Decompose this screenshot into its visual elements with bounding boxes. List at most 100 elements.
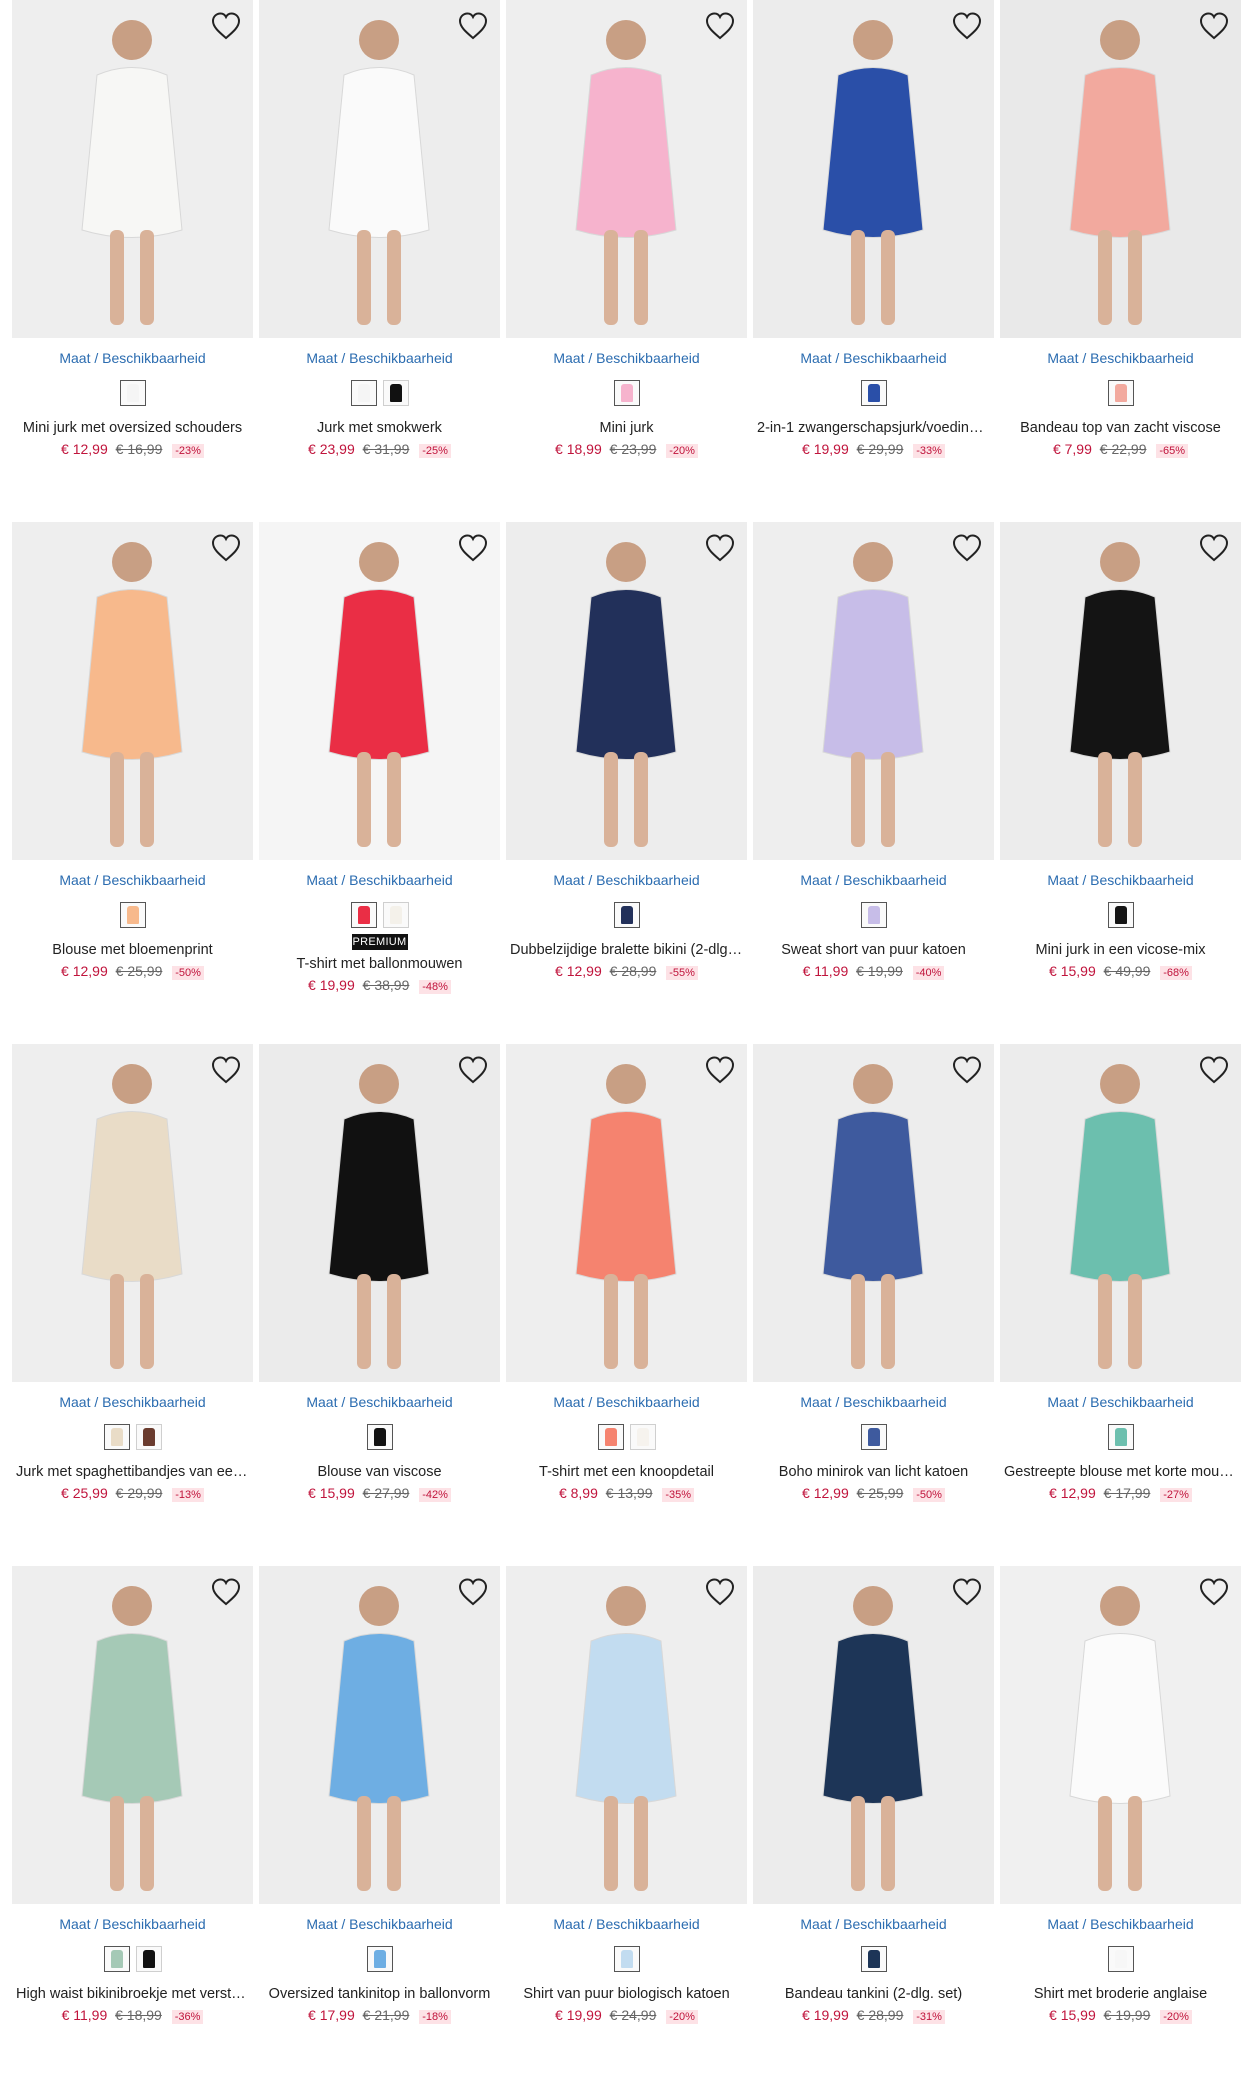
color-swatch[interactable] <box>597 1424 624 1450</box>
product-name[interactable]: T-shirt met ballonmouwen <box>259 956 500 972</box>
size-availability-link[interactable]: Maat / Beschikbaarheid <box>12 1916 253 1932</box>
size-availability-link[interactable]: Maat / Beschikbaarheid <box>753 350 994 366</box>
size-availability-link[interactable]: Maat / Beschikbaarheid <box>1000 1916 1241 1932</box>
heart-icon[interactable] <box>1197 1054 1231 1086</box>
heart-icon[interactable] <box>456 1054 490 1086</box>
product-card[interactable]: Maat / Beschikbaarheid 2-in-1 zwangersch… <box>753 0 994 458</box>
color-swatch[interactable] <box>860 1424 887 1450</box>
product-name[interactable]: Dubbelzijdige bralette bikini (2-dlg. se… <box>506 942 747 958</box>
size-availability-link[interactable]: Maat / Beschikbaarheid <box>12 872 253 888</box>
size-availability-link[interactable]: Maat / Beschikbaarheid <box>506 350 747 366</box>
heart-icon[interactable] <box>950 1576 984 1608</box>
color-swatch[interactable] <box>366 1424 393 1450</box>
color-swatch[interactable] <box>860 1946 887 1972</box>
size-availability-link[interactable]: Maat / Beschikbaarheid <box>259 350 500 366</box>
color-swatch[interactable] <box>613 1946 640 1972</box>
product-image[interactable] <box>1000 1566 1241 1904</box>
product-image[interactable] <box>259 1044 500 1382</box>
product-card[interactable]: Maat / Beschikbaarheid Mini jurk € 18,99… <box>506 0 747 458</box>
product-name[interactable]: High waist bikinibroekje met verstevigen… <box>12 1986 253 2002</box>
color-swatch[interactable] <box>1107 380 1134 406</box>
heart-icon[interactable] <box>1197 532 1231 564</box>
heart-icon[interactable] <box>950 532 984 564</box>
heart-icon[interactable] <box>456 1576 490 1608</box>
product-name[interactable]: 2-in-1 zwangerschapsjurk/voedingsjurk <box>753 420 994 436</box>
color-swatch[interactable] <box>629 1424 656 1450</box>
color-swatch[interactable] <box>382 380 409 406</box>
product-card[interactable]: Maat / Beschikbaarheid Shirt met broderi… <box>1000 1566 1241 2024</box>
product-card[interactable]: Maat / Beschikbaarheid T-shirt met een k… <box>506 1044 747 1502</box>
color-swatch[interactable] <box>103 1946 130 1972</box>
product-name[interactable]: Sweat short van puur katoen <box>753 942 994 958</box>
product-image[interactable] <box>753 1044 994 1382</box>
size-availability-link[interactable]: Maat / Beschikbaarheid <box>259 1916 500 1932</box>
product-image[interactable] <box>1000 522 1241 860</box>
product-name[interactable]: Bandeau tankini (2-dlg. set) <box>753 1986 994 2002</box>
product-card[interactable]: Maat / Beschikbaarheid Mini jurk in een … <box>1000 522 1241 980</box>
product-name[interactable]: Boho minirok van licht katoen <box>753 1464 994 1480</box>
heart-icon[interactable] <box>209 1576 243 1608</box>
size-availability-link[interactable]: Maat / Beschikbaarheid <box>753 1394 994 1410</box>
color-swatch[interactable] <box>860 902 887 928</box>
color-swatch[interactable] <box>613 902 640 928</box>
product-name[interactable]: Bandeau top van zacht viscose <box>1000 420 1241 436</box>
product-name[interactable]: Blouse van viscose <box>259 1464 500 1480</box>
product-card[interactable]: Maat / Beschikbaarheid Jurk met smokwerk… <box>259 0 500 458</box>
size-availability-link[interactable]: Maat / Beschikbaarheid <box>506 1394 747 1410</box>
product-name[interactable]: Blouse met bloemenprint <box>12 942 253 958</box>
product-image[interactable] <box>12 1566 253 1904</box>
product-name[interactable]: Jurk met spaghettibandjes van een linnen… <box>12 1464 253 1480</box>
color-swatch[interactable] <box>350 380 377 406</box>
product-name[interactable]: Mini jurk in een vicose-mix <box>1000 942 1241 958</box>
product-image[interactable] <box>1000 0 1241 338</box>
product-image[interactable] <box>506 522 747 860</box>
product-card[interactable]: Maat / Beschikbaarheid Shirt van puur bi… <box>506 1566 747 2024</box>
product-card[interactable]: Maat / Beschikbaarheid Oversized tankini… <box>259 1566 500 2024</box>
product-card[interactable]: Maat / Beschikbaarheid Mini jurk met ove… <box>12 0 253 458</box>
product-name[interactable]: Shirt van puur biologisch katoen <box>506 1986 747 2002</box>
color-swatch[interactable] <box>119 902 146 928</box>
color-swatch[interactable] <box>1107 1424 1134 1450</box>
color-swatch[interactable] <box>135 1424 162 1450</box>
product-image[interactable] <box>12 1044 253 1382</box>
product-name[interactable]: Mini jurk met oversized schouders <box>12 420 253 436</box>
heart-icon[interactable] <box>1197 1576 1231 1608</box>
size-availability-link[interactable]: Maat / Beschikbaarheid <box>506 1916 747 1932</box>
product-card[interactable]: Maat / Beschikbaarheid Dubbelzijdige bra… <box>506 522 747 980</box>
heart-icon[interactable] <box>950 10 984 42</box>
product-image[interactable] <box>259 1566 500 1904</box>
color-swatch[interactable] <box>1107 1946 1134 1972</box>
product-name[interactable]: Shirt met broderie anglaise <box>1000 1986 1241 2002</box>
product-card[interactable]: Maat / Beschikbaarheid High waist bikini… <box>12 1566 253 2024</box>
color-swatch[interactable] <box>350 902 377 928</box>
product-name[interactable]: T-shirt met een knoopdetail <box>506 1464 747 1480</box>
product-image[interactable] <box>12 522 253 860</box>
size-availability-link[interactable]: Maat / Beschikbaarheid <box>1000 872 1241 888</box>
product-image[interactable] <box>12 0 253 338</box>
size-availability-link[interactable]: Maat / Beschikbaarheid <box>1000 1394 1241 1410</box>
product-card[interactable]: Maat / Beschikbaarheid Boho minirok van … <box>753 1044 994 1502</box>
product-image[interactable] <box>1000 1044 1241 1382</box>
size-availability-link[interactable]: Maat / Beschikbaarheid <box>753 872 994 888</box>
product-image[interactable] <box>753 522 994 860</box>
heart-icon[interactable] <box>703 1576 737 1608</box>
size-availability-link[interactable]: Maat / Beschikbaarheid <box>12 350 253 366</box>
heart-icon[interactable] <box>1197 10 1231 42</box>
product-image[interactable] <box>506 0 747 338</box>
product-card[interactable]: Maat / Beschikbaarheid PREMIUM T-shirt m… <box>259 522 500 994</box>
size-availability-link[interactable]: Maat / Beschikbaarheid <box>506 872 747 888</box>
product-name[interactable]: Mini jurk <box>506 420 747 436</box>
heart-icon[interactable] <box>703 1054 737 1086</box>
product-image[interactable] <box>506 1044 747 1382</box>
color-swatch[interactable] <box>382 902 409 928</box>
product-image[interactable] <box>259 522 500 860</box>
color-swatch[interactable] <box>1107 902 1134 928</box>
product-card[interactable]: Maat / Beschikbaarheid Gestreepte blouse… <box>1000 1044 1241 1502</box>
heart-icon[interactable] <box>703 532 737 564</box>
product-image[interactable] <box>753 0 994 338</box>
product-card[interactable]: Maat / Beschikbaarheid Sweat short van p… <box>753 522 994 980</box>
product-name[interactable]: Gestreepte blouse met korte mouwen <box>1000 1464 1241 1480</box>
product-card[interactable]: Maat / Beschikbaarheid Blouse van viscos… <box>259 1044 500 1502</box>
heart-icon[interactable] <box>456 10 490 42</box>
heart-icon[interactable] <box>209 532 243 564</box>
